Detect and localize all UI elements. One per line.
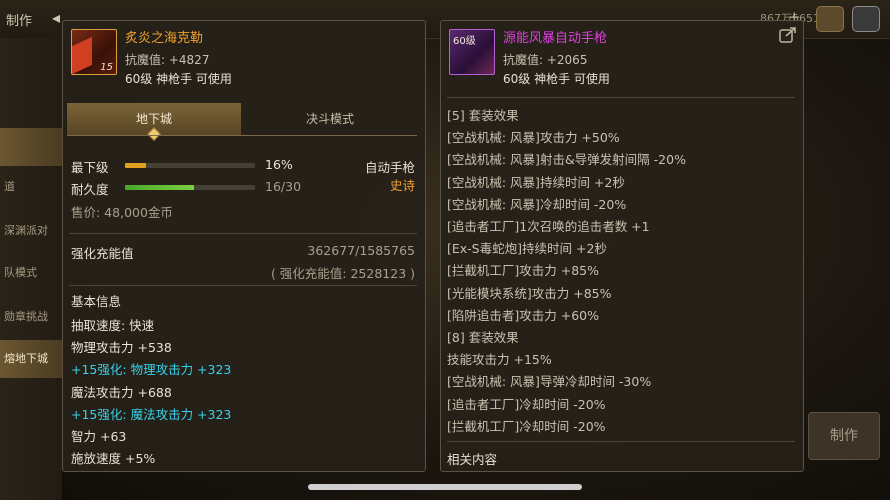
item-stat: 抗魔值: +2065	[503, 53, 588, 67]
basic-info-line: 魔法攻击力 +688	[71, 384, 172, 400]
set-effect-line: [空战机械: 风暴]射击&导弹发射间隔 -20%	[447, 152, 686, 168]
make-button[interactable]: 制作	[808, 412, 880, 460]
tab-duel[interactable]: 决斗模式	[243, 103, 417, 135]
side-menu-item[interactable]: 队模式	[0, 254, 62, 292]
basic-info-line: 施放速度 +5%	[71, 451, 156, 467]
set-effect-line: [追击者工厂]1次召唤的追击者数 +1	[447, 219, 650, 234]
mode-tabs: 地下城 决斗模式	[67, 103, 417, 142]
side-menu-item[interactable]	[0, 58, 62, 96]
item-header: 15 炙炎之海克勒 抗魔值: +4827 60级 神枪手 可使用	[63, 21, 425, 95]
weapon-icon: 15	[71, 29, 117, 75]
item-tooltip-right: 60级 源能风暴自动手枪 抗魔值: +2065 60级 神枪手 可使用 [5] …	[440, 20, 804, 472]
side-menu-item[interactable]: 勋章挑战	[0, 298, 62, 336]
basic-info-line: 智力 +63	[71, 429, 127, 444]
side-menu: 道 深渊派对 队模式 勋章挑战 熔地下城	[0, 38, 62, 500]
item-tooltip-left: 15 炙炎之海克勒 抗魔值: +4827 60级 神枪手 可使用 地下城 决斗模…	[62, 20, 426, 472]
set-effect-line: [Ex-S毒蛇炮]持续时间 +2秒	[447, 241, 607, 257]
item-header: 60级 源能风暴自动手枪 抗魔值: +2065 60级 神枪手 可使用	[441, 21, 803, 95]
share-icon[interactable]	[779, 27, 797, 43]
item-requirement: 60级 神枪手 可使用	[125, 72, 232, 86]
basic-info-line: 物理攻击力 +538	[71, 340, 172, 356]
basic-info-line: +15强化: 物理攻击力 +323	[71, 362, 232, 378]
durability-bar-fill	[125, 185, 195, 190]
set-effect-line: [追击者工厂]冷却时间 -20%	[447, 396, 606, 412]
divider	[447, 97, 795, 98]
side-menu-item[interactable]: 熔地下城	[0, 340, 62, 378]
icon-level: 15	[100, 62, 113, 73]
item-stat: 抗魔值: +4827	[125, 53, 210, 67]
rarity-label: 史诗	[389, 178, 415, 193]
basic-info-title: 基本信息	[71, 294, 122, 309]
side-menu-item[interactable]: 道	[0, 168, 62, 206]
mail-icon[interactable]	[852, 6, 880, 32]
min-level-percent: 16%	[265, 157, 293, 172]
durability-value: 16/30	[265, 179, 302, 194]
durability-bar	[125, 185, 255, 190]
basic-info-line: +15强化: 魔法攻击力 +323	[71, 406, 232, 422]
enhance-sub: ( 强化充能值: 2528123 )	[270, 266, 415, 281]
home-indicator[interactable]	[308, 484, 582, 490]
weapon-type: 自动手枪	[364, 160, 415, 175]
set-effect-line: [拦截机工厂]冷却时间 -20%	[447, 418, 606, 434]
icon-level: 60级	[453, 36, 476, 47]
enhance-label: 强化充能值	[71, 246, 134, 261]
tab-underline	[67, 135, 417, 136]
item-name: 源能风暴自动手枪	[503, 31, 608, 46]
side-menu-item[interactable]	[0, 128, 62, 166]
back-arrow-icon[interactable]: ◂	[52, 8, 60, 27]
side-menu-item[interactable]: 深渊派对	[0, 212, 62, 250]
related-content-link[interactable]: 相关内容	[447, 449, 497, 468]
set-effect-line: [拦截机工厂]攻击力 +85%	[447, 263, 599, 279]
min-level-label: 最下级	[71, 160, 109, 175]
weapon-icon: 60级	[449, 29, 495, 75]
treasure-icon[interactable]	[816, 6, 844, 32]
basic-info-line: 抽取速度: 快速	[71, 318, 155, 333]
set-effect-line: 技能攻击力 +15%	[447, 352, 552, 368]
set-effect-line: [8] 套装效果	[447, 330, 519, 345]
set-effect-line: [空战机械: 风暴]攻击力 +50%	[447, 130, 620, 146]
set-effect-line: [空战机械: 风暴]持续时间 +2秒	[447, 174, 625, 190]
divider	[69, 285, 417, 286]
min-level-bar-fill	[125, 163, 146, 168]
screen-title: 制作	[6, 14, 33, 29]
divider	[447, 441, 795, 442]
item-requirement: 60级 神枪手 可使用	[503, 72, 610, 86]
durability-label: 耐久度	[71, 182, 109, 197]
divider	[69, 233, 417, 234]
ribbon-icon	[72, 36, 92, 74]
enhance-value: 362677/1585765	[307, 243, 415, 258]
item-name: 炙炎之海克勒	[125, 31, 204, 46]
set-effect-line: [5] 套装效果	[447, 108, 519, 123]
set-effect-line: [空战机械: 风暴]导弹冷却时间 -30%	[447, 374, 652, 390]
sell-price: 售价: 48,000金币	[71, 205, 173, 220]
set-effect-line: [陷阱追击者]攻击力 +60%	[447, 307, 599, 323]
set-effect-line: [光能模块系统]攻击力 +85%	[447, 285, 612, 301]
min-level-bar	[125, 163, 255, 168]
set-effect-line: [空战机械: 风暴]冷却时间 -20%	[447, 196, 627, 212]
